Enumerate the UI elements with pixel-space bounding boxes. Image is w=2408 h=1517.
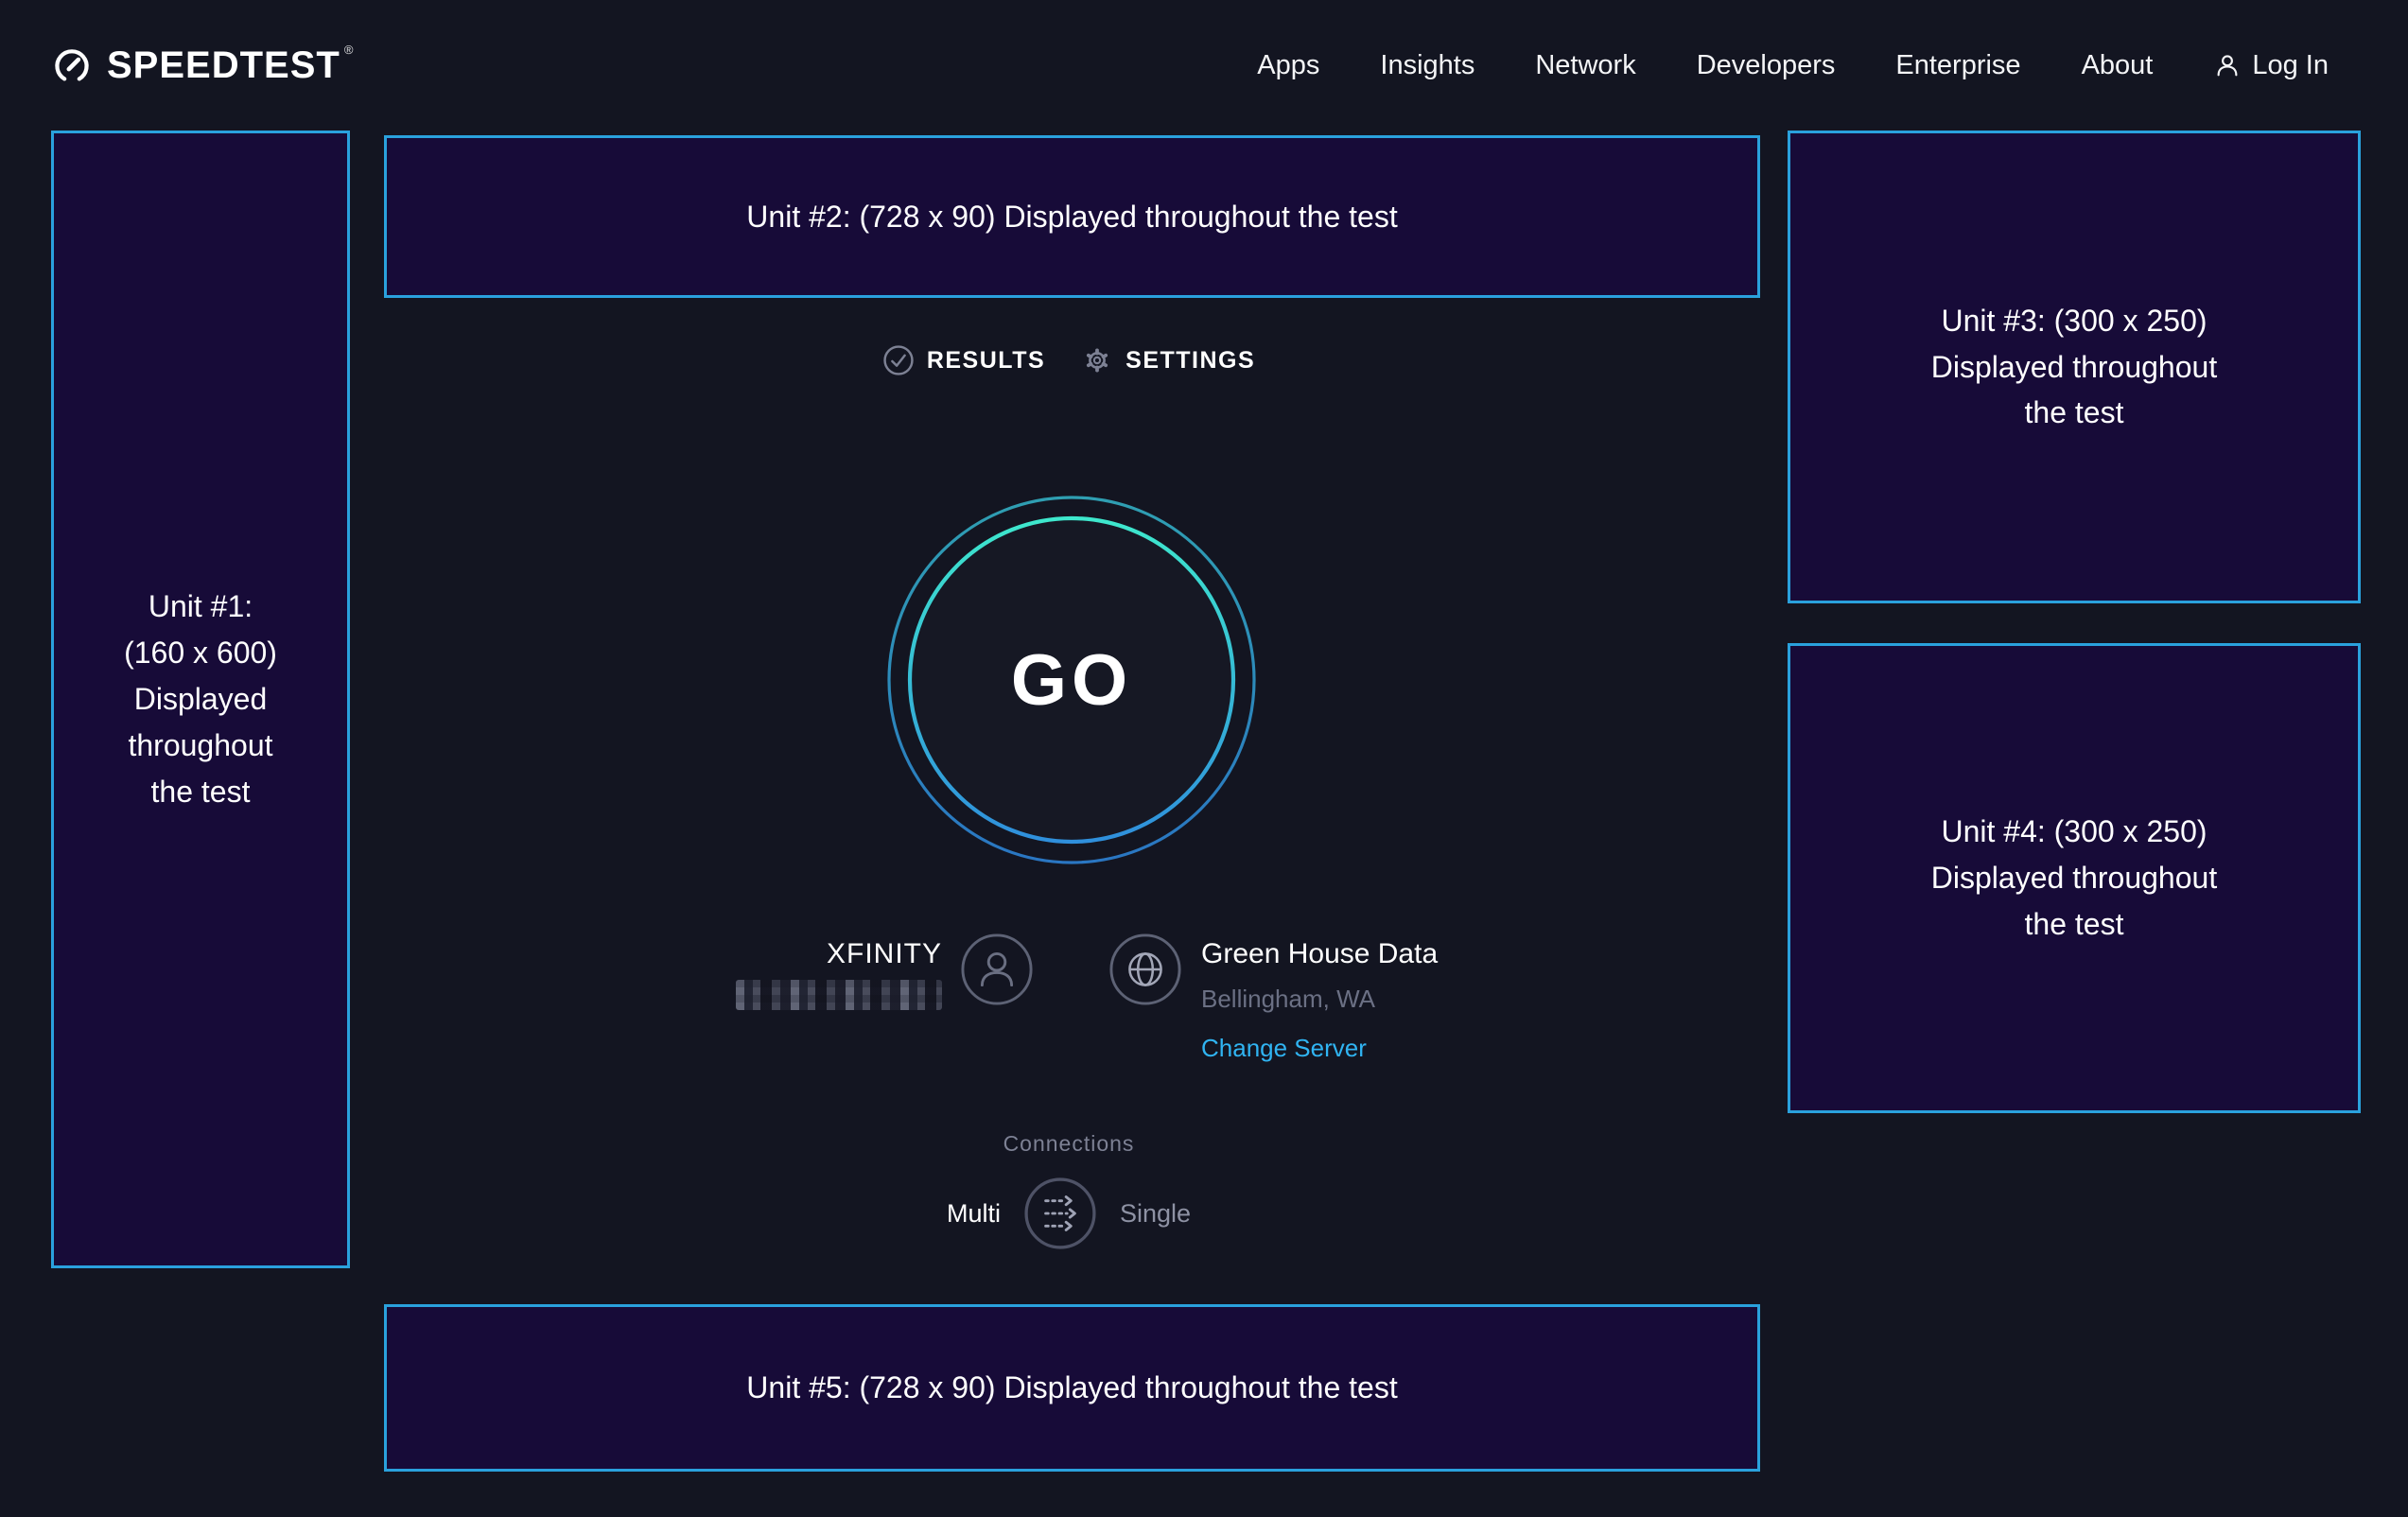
ad-unit-5[interactable]: Unit #5: (728 x 90) Displayed throughout… bbox=[384, 1304, 1760, 1472]
isp-user-icon bbox=[960, 933, 1034, 1006]
speedtest-logo[interactable]: SPEEDTEST® bbox=[51, 44, 354, 87]
speedtest-gauge-icon bbox=[51, 44, 93, 86]
connection-info-row: XFINITY Green House Data Bellingham, WA … bbox=[350, 931, 1788, 1139]
tab-results[interactable]: RESULTS bbox=[882, 344, 1045, 376]
multi-connection-icon[interactable] bbox=[1023, 1177, 1097, 1250]
isp-detail-redacted bbox=[736, 980, 942, 1010]
main-nav: Apps Insights Network Developers Enterpr… bbox=[1257, 50, 2329, 81]
speedtest-page: SPEEDTEST® Apps Insights Network Develop… bbox=[0, 0, 2408, 1517]
nav-item-developers[interactable]: Developers bbox=[1697, 50, 1836, 81]
ad-unit-4[interactable]: Unit #4: (300 x 250) Displayed throughou… bbox=[1788, 643, 2361, 1113]
login-button[interactable]: Log In bbox=[2213, 50, 2329, 81]
ad-unit-1[interactable]: Unit #1: (160 x 600) Displayed throughou… bbox=[51, 131, 350, 1268]
isp-info: XFINITY bbox=[736, 936, 942, 1010]
connections-label: Connections bbox=[350, 1131, 1788, 1157]
connections-mode-multi[interactable]: Multi bbox=[947, 1199, 1001, 1229]
ad-unit-1-text: Unit #1: (160 x 600) Displayed throughou… bbox=[124, 584, 277, 815]
go-button[interactable]: GO bbox=[887, 496, 1256, 864]
go-button-label: GO bbox=[887, 496, 1256, 864]
isp-name: XFINITY bbox=[736, 936, 942, 972]
ad-unit-3-text: Unit #3: (300 x 250) Displayed throughou… bbox=[1931, 298, 2217, 437]
ad-unit-5-text: Unit #5: (728 x 90) Displayed throughout… bbox=[746, 1365, 1397, 1411]
connections-mode-single[interactable]: Single bbox=[1120, 1199, 1191, 1229]
ad-unit-4-text: Unit #4: (300 x 250) Displayed throughou… bbox=[1931, 809, 2217, 948]
nav-item-enterprise[interactable]: Enterprise bbox=[1895, 50, 2020, 81]
tab-settings[interactable]: SETTINGS bbox=[1081, 344, 1255, 376]
server-name: Green House Data bbox=[1201, 936, 1438, 972]
server-location: Bellingham, WA bbox=[1201, 984, 1438, 1014]
trademark-symbol: ® bbox=[344, 43, 355, 57]
check-circle-icon bbox=[882, 344, 915, 376]
server-globe-icon bbox=[1108, 933, 1182, 1006]
change-server-link[interactable]: Change Server bbox=[1201, 1033, 1367, 1063]
ad-unit-3[interactable]: Unit #3: (300 x 250) Displayed throughou… bbox=[1788, 131, 2361, 603]
tab-settings-label: SETTINGS bbox=[1125, 347, 1255, 375]
ad-unit-2[interactable]: Unit #2: (728 x 90) Displayed throughout… bbox=[384, 135, 1760, 298]
user-icon bbox=[2213, 51, 2242, 79]
server-info: Green House Data Bellingham, WA Change S… bbox=[1201, 936, 1438, 1063]
connections-toggle: Multi Single bbox=[350, 1176, 1788, 1251]
nav-item-about[interactable]: About bbox=[2082, 50, 2154, 81]
login-label: Log In bbox=[2252, 50, 2329, 81]
view-tabs: RESULTS bbox=[350, 344, 1788, 376]
tab-results-label: RESULTS bbox=[927, 347, 1045, 375]
ad-unit-2-text: Unit #2: (728 x 90) Displayed throughout… bbox=[746, 194, 1397, 240]
logo-text: SPEEDTEST® bbox=[107, 44, 354, 87]
nav-item-apps[interactable]: Apps bbox=[1257, 50, 1319, 81]
nav-item-network[interactable]: Network bbox=[1535, 50, 1635, 81]
top-nav: SPEEDTEST® Apps Insights Network Develop… bbox=[0, 0, 2408, 131]
gear-icon bbox=[1081, 344, 1113, 376]
nav-item-insights[interactable]: Insights bbox=[1380, 50, 1474, 81]
